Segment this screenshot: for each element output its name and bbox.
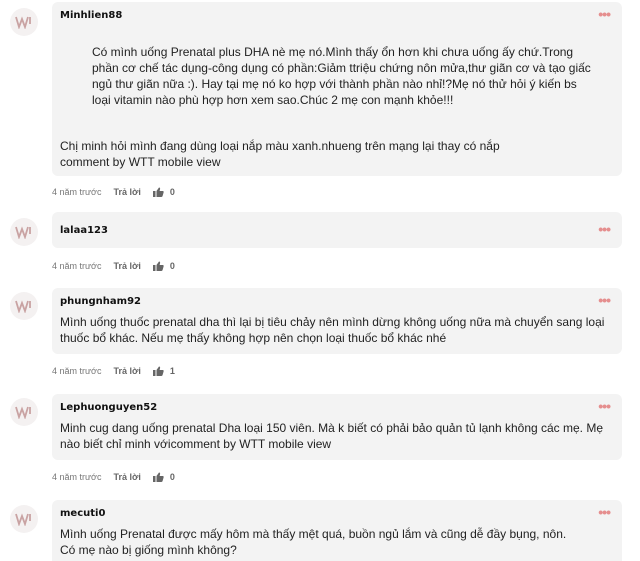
comment-meta: 4 năm trước Trả lời 0 bbox=[52, 472, 175, 482]
wtt-logo-icon bbox=[15, 406, 31, 419]
reply-button[interactable]: Trả lời bbox=[113, 261, 140, 271]
comment-bubble: Minhlien88 ••• Có mình uống Prenatal plu… bbox=[52, 2, 622, 176]
more-dots-icon[interactable]: ••• bbox=[598, 399, 611, 413]
comment-username[interactable]: phungnham92 bbox=[60, 296, 141, 307]
comment-username[interactable]: lalaa123 bbox=[60, 225, 108, 236]
reply-button[interactable]: Trả lời bbox=[113, 187, 140, 197]
more-dots-icon[interactable]: ••• bbox=[598, 293, 611, 307]
more-dots-icon[interactable]: ••• bbox=[598, 505, 611, 519]
comment-time: 4 năm trước bbox=[52, 472, 102, 482]
thumbs-up-icon bbox=[152, 187, 164, 197]
comment-bubble: lalaa123 ••• bbox=[52, 212, 622, 248]
like-button[interactable]: 0 bbox=[152, 261, 175, 271]
like-count: 0 bbox=[169, 261, 175, 271]
thumbs-up-icon bbox=[152, 472, 164, 482]
reply-button[interactable]: Trả lời bbox=[113, 366, 140, 376]
quoted-comment-text: Có mình uống Prenatal plus DHA nè mẹ nó.… bbox=[92, 45, 591, 107]
comment-bubble: phungnham92 ••• Mình uống thuốc prenatal… bbox=[52, 288, 622, 354]
avatar[interactable] bbox=[10, 398, 38, 426]
more-dots-icon[interactable]: ••• bbox=[598, 7, 611, 21]
comment-username[interactable]: Minhlien88 bbox=[60, 10, 122, 21]
thumbs-up-icon bbox=[152, 366, 164, 376]
thumbs-up-icon bbox=[152, 261, 164, 271]
comment-time: 4 năm trước bbox=[52, 261, 102, 271]
like-count: 1 bbox=[169, 366, 175, 376]
like-count: 0 bbox=[169, 187, 175, 197]
comment-time: 4 năm trước bbox=[52, 366, 102, 376]
like-count: 0 bbox=[169, 472, 175, 482]
comment-meta: 4 năm trước Trả lời 1 bbox=[52, 366, 175, 376]
comment-username[interactable]: mecuti0 bbox=[60, 508, 105, 519]
comment-text: Mình uống Prenatal được mấy hôm mà thấy … bbox=[60, 527, 567, 557]
comment-text: Chị minh hỏi mình đang dùng loại nắp màu… bbox=[60, 139, 500, 169]
comment-text: Minh cug dang uống prenatal Dha loại 150… bbox=[60, 421, 604, 451]
wtt-logo-icon bbox=[15, 226, 31, 239]
wtt-logo-icon bbox=[15, 16, 31, 29]
comment-meta: 4 năm trước Trả lời 0 bbox=[52, 261, 175, 271]
like-button[interactable]: 0 bbox=[152, 472, 175, 482]
wtt-logo-icon bbox=[15, 513, 31, 526]
comment-meta: 4 năm trước Trả lời 0 bbox=[52, 187, 175, 197]
like-button[interactable]: 0 bbox=[152, 187, 175, 197]
comment-text: Mình uống thuốc prenatal dha thì lại bị … bbox=[60, 315, 605, 345]
comment-time: 4 năm trước bbox=[52, 187, 102, 197]
avatar[interactable] bbox=[10, 218, 38, 246]
like-button[interactable]: 1 bbox=[152, 366, 175, 376]
comment-bubble: mecuti0 ••• Mình uống Prenatal được mấy … bbox=[52, 500, 622, 561]
avatar[interactable] bbox=[10, 8, 38, 36]
wtt-logo-icon bbox=[15, 300, 31, 313]
avatar[interactable] bbox=[10, 292, 38, 320]
more-dots-icon[interactable]: ••• bbox=[598, 222, 611, 236]
comment-bubble: Lephuonguyen52 ••• Minh cug dang uống pr… bbox=[52, 394, 622, 460]
avatar[interactable] bbox=[10, 505, 38, 533]
comment-username[interactable]: Lephuonguyen52 bbox=[60, 402, 157, 413]
reply-button[interactable]: Trả lời bbox=[113, 472, 140, 482]
